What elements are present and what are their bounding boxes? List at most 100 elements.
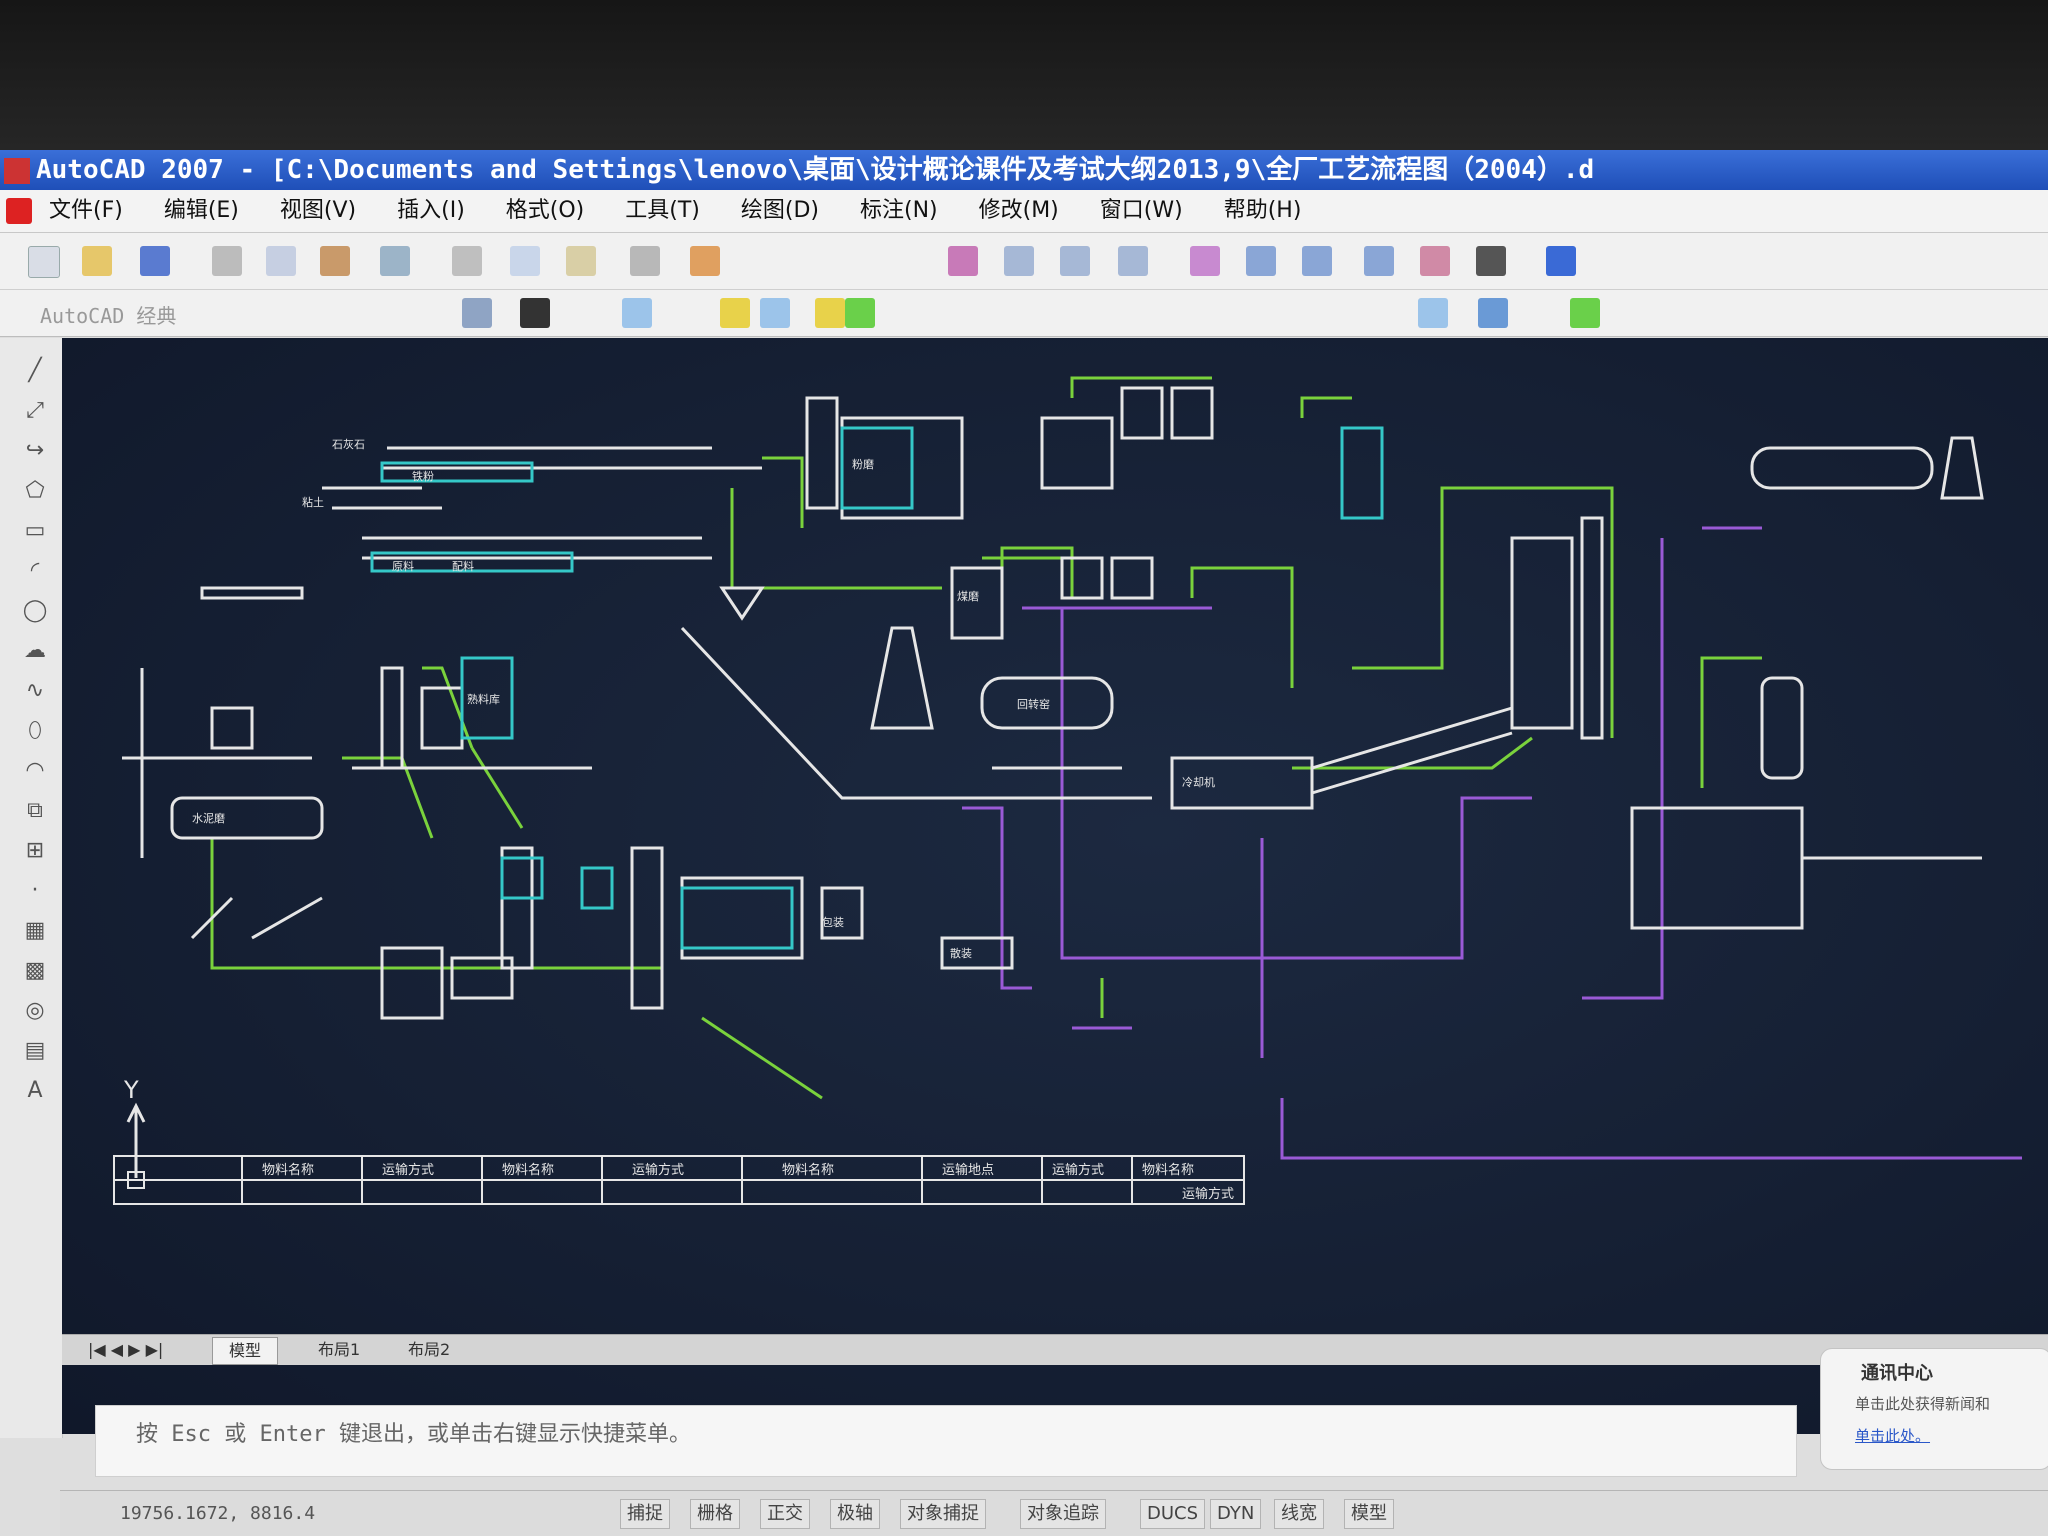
comm-center-link[interactable]: 单击此处。 [1855,1425,1930,1446]
layer-manager-icon[interactable] [520,298,550,328]
calculator-icon[interactable] [1476,246,1506,276]
command-window[interactable]: 按 Esc 或 Enter 键退出，或单击右键显示快捷菜单。 [95,1405,1797,1477]
autocad-logo-icon[interactable] [6,198,32,224]
layer-sun-icon[interactable] [720,298,750,328]
revision-cloud-icon[interactable]: ☁ [22,638,48,664]
tab-nav-arrows[interactable]: |◀ ◀ ▶ ▶| [72,1337,179,1363]
osnap-toggle[interactable]: 对象捕捉 [900,1499,986,1529]
drawing-label: 煤磨 [957,590,979,603]
dyn-toggle[interactable]: DYN [1210,1499,1262,1529]
zoom-realtime-icon[interactable] [1004,246,1034,276]
menu-tools[interactable]: 工具(T) [625,190,700,232]
polyline-icon[interactable]: ↪ [22,438,48,464]
hopper [719,586,765,621]
ortho-toggle[interactable]: 正交 [760,1499,810,1529]
rectangle-icon[interactable]: ▭ [22,518,48,544]
sheet-set-icon[interactable] [1364,246,1394,276]
menu-insert[interactable]: 插入(I) [397,190,465,232]
menu-view[interactable]: 视图(V) [280,190,356,232]
gradient-icon[interactable]: ▩ [22,958,48,984]
3d-dwf-icon[interactable] [380,246,410,276]
menu-help[interactable]: 帮助(H) [1224,190,1302,232]
pipe-purple [1280,1098,2022,1160]
menu-dimension[interactable]: 标注(N) [860,190,938,232]
new-file-icon[interactable] [28,246,60,278]
block-editor-icon[interactable] [690,246,720,276]
line-tool-icon[interactable]: ╱ [22,358,48,384]
make-block-icon[interactable]: ⊞ [22,838,48,864]
circle-icon[interactable]: ◯ [22,598,48,624]
model-space-toggle[interactable]: 模型 [1344,1499,1394,1529]
match-properties-icon[interactable] [630,246,660,276]
properties-icon[interactable] [1190,246,1220,276]
window-title: AutoCAD 2007 - [C:\Documents and Setting… [36,155,1595,185]
command-prompt: 按 Esc 或 Enter 键退出，或单击右键显示快捷菜单。 [136,1422,691,1447]
bucket-elevator [805,396,839,510]
drawing-canvas[interactable]: 石灰石 粘土 铁粉 原料 配料 粉磨 煤磨 回转窑 冷却机 熟料库 水泥磨 包装… [62,338,2048,1434]
polygon-icon[interactable]: ⬠ [22,478,48,504]
crusher [210,706,254,750]
hatch-icon[interactable]: ▦ [22,918,48,944]
tab-model[interactable]: 模型 [212,1337,279,1365]
conveyor-belt [322,486,442,510]
copy-icon[interactable] [510,246,540,276]
zoom-window-icon[interactable] [1060,246,1090,276]
zoom-previous-icon[interactable] [1118,246,1148,276]
monitor-bezel-top [0,0,2048,150]
grid-toggle[interactable]: 栅格 [690,1499,740,1529]
tab-layout2[interactable]: 布局2 [392,1337,466,1363]
ducs-toggle[interactable]: DUCS [1140,1499,1206,1529]
make-current-icon[interactable] [1418,298,1448,328]
insert-block-icon[interactable]: ⧉ [22,798,48,824]
construction-line-icon[interactable]: ⤢ [22,398,48,424]
layer-freeze-icon[interactable] [760,298,790,328]
polar-toggle[interactable]: 极轴 [830,1499,880,1529]
help-icon[interactable] [1546,246,1576,276]
communication-center-balloon[interactable]: 通讯中心 单击此处获得新闻和 单击此处。 [1820,1348,2048,1470]
workspace-dropdown[interactable]: AutoCAD 经典 [40,300,176,329]
paste-icon[interactable] [566,246,596,276]
layer-lock-icon[interactable] [815,298,845,328]
menu-draw[interactable]: 绘图(D) [741,190,819,232]
workspace-settings-icon[interactable] [462,298,492,328]
coordinate-readout[interactable]: 19756.1672, 8816.4 [120,1503,315,1524]
pan-icon[interactable] [948,246,978,276]
otrack-toggle[interactable]: 对象追踪 [1020,1499,1106,1529]
layer-color-icon[interactable] [845,298,875,328]
legend-header: 物料名称 [502,1162,554,1178]
table-icon[interactable]: ▤ [22,1038,48,1064]
spline-icon[interactable]: ∿ [22,678,48,704]
design-center-icon[interactable] [1246,246,1276,276]
menu-file[interactable]: 文件(F) [49,190,123,232]
open-file-icon[interactable] [82,246,112,276]
menu-window[interactable]: 窗口(W) [1100,190,1183,232]
ellipse-icon[interactable]: ⬯ [22,718,48,744]
cut-icon[interactable] [452,246,482,276]
comm-center-title: 通讯中心 [1861,1363,1933,1384]
plot-preview-icon[interactable] [266,246,296,276]
multiline-text-icon[interactable]: A [22,1078,48,1104]
packer [820,886,864,940]
cement-mill-system [1630,806,1804,930]
save-icon[interactable] [140,246,170,276]
menu-format[interactable]: 格式(O) [506,190,584,232]
tab-layout1[interactable]: 布局1 [302,1337,376,1363]
coal-mill [950,566,1004,640]
menu-edit[interactable]: 编辑(E) [164,190,239,232]
pipe-green [422,666,474,749]
arc-icon[interactable]: ◜ [22,558,48,584]
ellipse-arc-icon[interactable]: ◠ [22,758,48,784]
snap-toggle[interactable]: 捕捉 [620,1499,670,1529]
point-icon[interactable]: · [22,878,48,904]
menu-modify[interactable]: 修改(M) [979,190,1059,232]
print-icon[interactable] [212,246,242,276]
pipe-green [342,756,434,839]
tool-palettes-icon[interactable] [1302,246,1332,276]
layer-previous-icon[interactable] [1478,298,1508,328]
lineweight-toggle[interactable]: 线宽 [1274,1499,1324,1529]
color-control-icon[interactable] [1570,298,1600,328]
publish-icon[interactable] [320,246,350,276]
layer-state-icon[interactable] [622,298,652,328]
region-icon[interactable]: ◎ [22,998,48,1024]
markup-icon[interactable] [1420,246,1450,276]
